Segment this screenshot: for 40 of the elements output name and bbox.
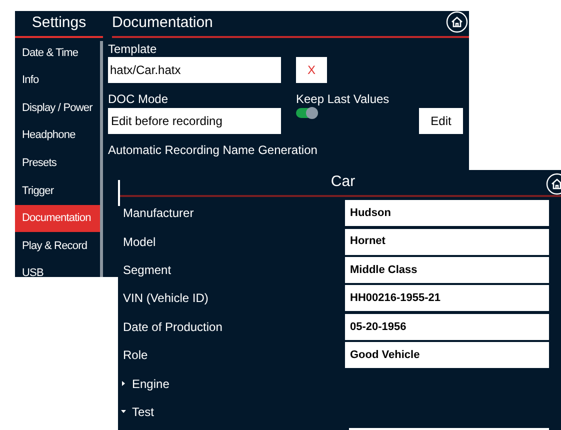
scrollbar[interactable] xyxy=(100,41,103,277)
value-field[interactable]: HH00216-1955-21 xyxy=(345,285,549,312)
section-title: Automatic Recording Name Generation xyxy=(108,143,318,157)
sidebar-item[interactable]: Play & Record xyxy=(15,232,100,260)
doc-mode-field[interactable]: Edit before recording xyxy=(108,108,281,134)
page-title: Documentation xyxy=(112,12,213,32)
toggle-label: Keep Last Values xyxy=(296,92,390,106)
sidebar-item[interactable]: Presets xyxy=(15,149,100,177)
clear-button[interactable]: X xyxy=(296,57,327,83)
caret-right-icon xyxy=(121,381,126,386)
field-label: Date of Production xyxy=(122,318,224,336)
caret-down-icon xyxy=(121,409,126,414)
sidebar-item[interactable]: Trigger xyxy=(15,176,100,205)
sidebar-item[interactable]: Display / Power xyxy=(15,94,100,122)
field-label: VIN (Vehicle ID) xyxy=(122,290,210,308)
template-field[interactable]: hatx/Car.hatx xyxy=(108,57,281,83)
sidebar-item[interactable]: Date & Time xyxy=(15,39,100,67)
field-label: DOC Mode xyxy=(108,92,170,106)
group-header[interactable]: Engine xyxy=(121,374,174,393)
field-label: Template xyxy=(108,42,158,56)
value-field[interactable]: 05-20-1956 xyxy=(345,314,549,340)
toggle-switch[interactable] xyxy=(296,108,318,118)
sidebar-item[interactable]: Info xyxy=(15,66,100,94)
value-field[interactable]: Hornet xyxy=(345,228,549,255)
field-label: Segment xyxy=(122,262,172,279)
value-field[interactable]: Hudson xyxy=(345,200,549,226)
scrollbar[interactable] xyxy=(118,180,120,206)
sidebar-item[interactable]: Headphone xyxy=(15,122,100,150)
home-icon[interactable] xyxy=(446,11,468,33)
window-title: Car xyxy=(330,172,356,192)
sidebar-item[interactable]: Documentation xyxy=(15,204,100,232)
field-label: Role xyxy=(122,347,149,364)
group-header[interactable]: Test xyxy=(121,402,158,421)
value-field[interactable]: Good Vehicle xyxy=(345,342,549,368)
value-field[interactable]: Middle Class xyxy=(345,256,549,283)
window-title: Settings xyxy=(32,12,86,32)
edit-button[interactable]: Edit xyxy=(419,108,463,134)
field-label: Model xyxy=(122,234,157,251)
field-label: Manufacturer xyxy=(122,205,195,222)
sidebar-item[interactable]: USB xyxy=(15,260,100,277)
